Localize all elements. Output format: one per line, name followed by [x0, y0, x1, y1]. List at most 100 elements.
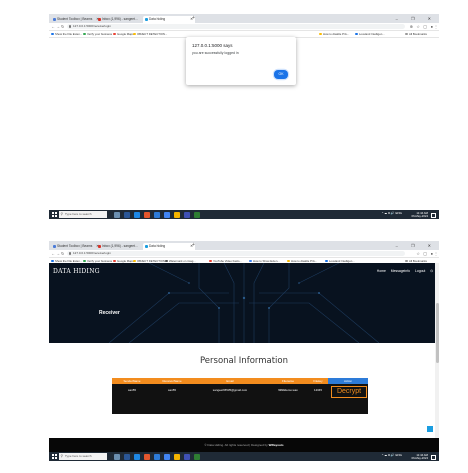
hero-banner: DATA HIDING Home Messageinfo Logout ⏻ Re…: [49, 263, 439, 343]
app-icon[interactable]: [134, 453, 140, 460]
cell-filekey: 12345: [313, 388, 323, 392]
cell-email: sangeeth5535@gmail.com: [212, 388, 248, 392]
app-icon[interactable]: [114, 453, 120, 460]
bookmark-item[interactable]: How to disable Priv...: [319, 31, 349, 37]
tab-student-toolbox[interactable]: Student Toolbox | Beams ✕: [51, 243, 101, 251]
decrypt-button[interactable]: Decrypt: [331, 386, 367, 398]
app-icon[interactable]: [124, 211, 130, 218]
windows-taskbar: ⚲ Type here to search ^ ☁ ⧉ 🔊 ENG 11:44 …: [49, 452, 439, 461]
cell-filename: 9999demo.wav: [278, 388, 298, 392]
bookmark-item[interactable]: Show the File Exten...: [51, 31, 82, 37]
tab-inbox[interactable]: Inbox (1,996) - sangeet... ✕: [96, 243, 148, 251]
search-icon: ⚲: [60, 454, 64, 458]
scroll-to-top-button[interactable]: [427, 426, 433, 432]
window-controls[interactable]: – ❐ ✕: [396, 14, 437, 23]
forward-icon[interactable]: →: [56, 250, 60, 257]
scrollbar-thumb[interactable]: [435, 303, 439, 363]
app-icon[interactable]: [184, 211, 190, 218]
app-icon[interactable]: [154, 211, 160, 218]
back-icon[interactable]: ←: [51, 250, 55, 257]
section-title: Personal Information: [199, 356, 289, 366]
notification-icon[interactable]: [431, 454, 436, 460]
app-icon[interactable]: [134, 211, 140, 218]
profile-icon[interactable]: ●: [431, 23, 433, 30]
all-bookmarks[interactable]: All Bookmarks: [405, 31, 427, 37]
tab-bar: Student Toolbox | Beams ✕ Inbox (1,996) …: [49, 14, 439, 23]
chrome-icon[interactable]: [164, 453, 170, 460]
forward-icon[interactable]: →: [56, 23, 60, 30]
tab-inbox[interactable]: Inbox (1,996) - sangeet... ✕: [96, 16, 148, 24]
site-footer: © Data Hiding. All rights reserved | Des…: [49, 438, 439, 452]
address-bar[interactable]: 127.0.0.1:5000/receiverlogin: [67, 251, 405, 256]
windows-start-icon[interactable]: [52, 454, 57, 459]
reload-icon[interactable]: ↻: [61, 250, 64, 257]
site-favicon-icon: [144, 17, 148, 21]
gmail-icon: [97, 17, 101, 21]
reload-icon[interactable]: ↻: [61, 23, 64, 30]
page-scrollbar[interactable]: [435, 263, 439, 452]
app-icon[interactable]: [194, 211, 200, 218]
col-receivername: ReceiverName: [162, 379, 182, 383]
tab-student-toolbox[interactable]: Student Toolbox | Beams ✕: [51, 16, 101, 24]
extensions-icon[interactable]: ⊕: [410, 23, 413, 30]
folder-icon[interactable]: [174, 453, 180, 460]
receiver-heading: Receiver: [99, 310, 120, 316]
search-icon: ⚲: [60, 212, 64, 216]
bookmark-item[interactable]: Google Maps: [113, 31, 134, 37]
sidepanel-icon[interactable]: ▢: [423, 23, 427, 30]
site-logo[interactable]: DATA HIDING: [53, 268, 100, 275]
sidepanel-icon[interactable]: ▢: [423, 250, 427, 257]
taskbar-search[interactable]: ⚲ Type here to search: [59, 453, 107, 460]
site-favicon-icon: [144, 244, 148, 248]
profile-icon[interactable]: ●: [431, 250, 433, 257]
address-row: ← → ↻ 127.0.0.1:5000/receiverlogin ⊕ ☆ ▢…: [49, 23, 439, 31]
website-viewport: DATA HIDING Home Messageinfo Logout ⏻ Re…: [49, 263, 439, 452]
chrome-icon[interactable]: [164, 211, 170, 218]
bookmark-star-icon[interactable]: ☆: [416, 23, 420, 30]
col-email: Email: [226, 379, 234, 383]
bookmark-item[interactable]: Loveland Intelligen...: [355, 31, 385, 37]
col-action: Action: [328, 378, 368, 384]
windows-taskbar: ⚲ Type here to search ^ ☁ ⧉ 🔊 ENG 11:44 …: [49, 210, 439, 219]
taskbar-search[interactable]: ⚲ Type here to search: [59, 211, 107, 218]
address-bar[interactable]: 127.0.0.1:5000/receiverlogin: [67, 24, 405, 29]
menu-icon[interactable]: ⋮: [434, 250, 438, 257]
app-icon[interactable]: [114, 211, 120, 218]
col-filename: Filename: [282, 379, 294, 383]
gmail-icon: [97, 244, 101, 248]
bookmark-item[interactable]: OBJECT DETECTION...: [133, 31, 167, 37]
bookmark-item[interactable]: Verify your business: [83, 31, 112, 37]
menu-icon[interactable]: ⋮: [434, 23, 438, 30]
nav-home[interactable]: Home: [377, 269, 386, 273]
app-icon[interactable]: [194, 453, 200, 460]
cell-sendername: san55: [128, 388, 136, 392]
window-controls[interactable]: – ❐ ✕: [396, 241, 437, 250]
ok-button[interactable]: OK: [274, 70, 288, 79]
bookmark-star-icon[interactable]: ☆: [416, 250, 420, 257]
tab-data-hiding[interactable]: Data hiding ✕: [143, 15, 195, 23]
app-icon[interactable]: [124, 453, 130, 460]
app-icon[interactable]: [144, 453, 150, 460]
site-nav: Home Messageinfo Logout ⏻: [373, 269, 433, 273]
power-icon[interactable]: ⏻: [430, 269, 433, 273]
info-table: SenderName ReceiverName Email Filename F…: [112, 378, 368, 414]
nav-logout[interactable]: Logout: [415, 269, 425, 273]
alert-title: 127.0.0.1:5000 says: [192, 43, 233, 48]
tab-data-hiding[interactable]: Data hiding ✕: [143, 242, 195, 250]
back-icon[interactable]: ←: [51, 23, 55, 30]
new-tab-button[interactable]: +: [192, 242, 195, 248]
windows-start-icon[interactable]: [52, 212, 57, 217]
alert-dialog: 127.0.0.1:5000 says you are successfully…: [186, 37, 296, 85]
nav-messageinfo[interactable]: Messageinfo: [391, 269, 410, 273]
notification-icon[interactable]: [431, 212, 436, 218]
app-icon[interactable]: [184, 453, 190, 460]
app-icon[interactable]: [144, 211, 150, 218]
table-header: SenderName ReceiverName Email Filename F…: [112, 378, 368, 384]
new-tab-button[interactable]: +: [192, 15, 195, 21]
footer-designer-link[interactable]: W3layouts: [269, 443, 284, 447]
folder-icon[interactable]: [174, 211, 180, 218]
screenshot-alert: Student Toolbox | Beams ✕ Inbox (1,996) …: [49, 14, 439, 219]
tab-bar: Student Toolbox | Beams ✕ Inbox (1,996) …: [49, 241, 439, 250]
app-icon[interactable]: [154, 453, 160, 460]
cell-receivername: san55: [168, 388, 176, 392]
